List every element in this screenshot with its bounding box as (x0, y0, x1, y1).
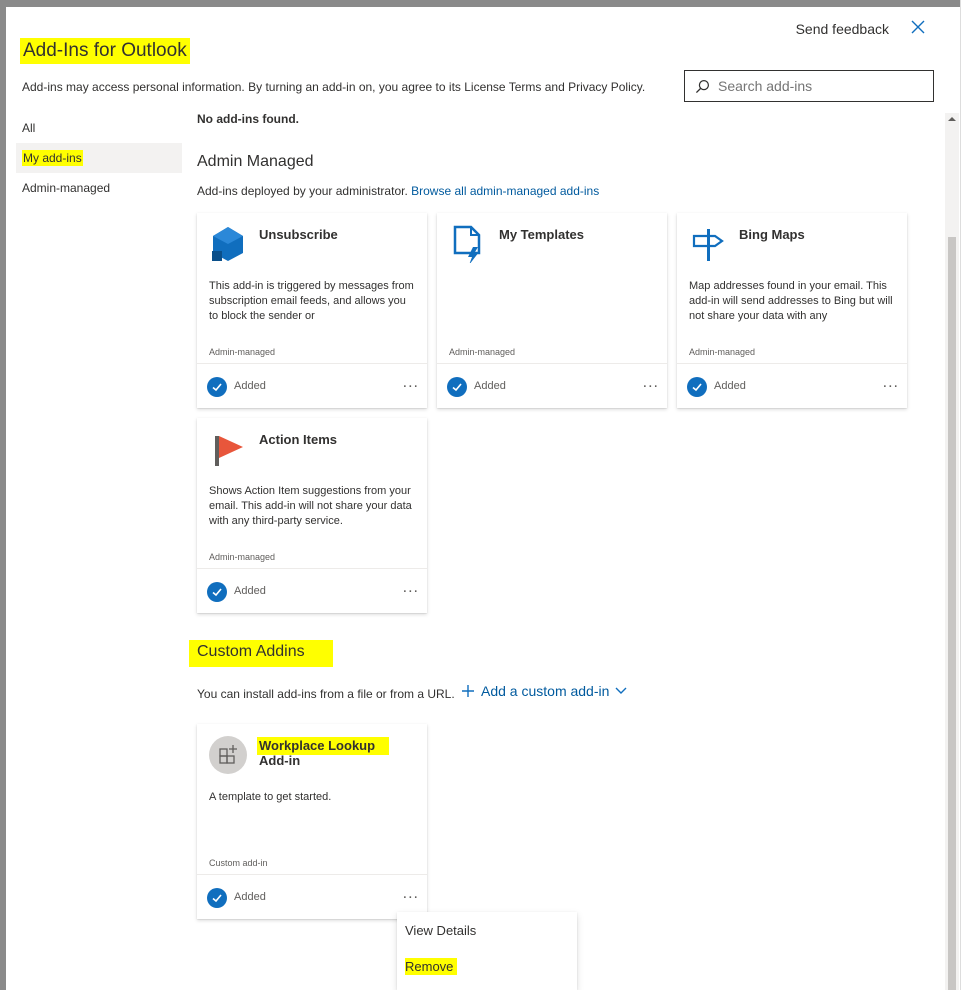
check-icon (207, 582, 227, 602)
addin-card-action-items[interactable]: Action Items Shows Action Item suggestio… (197, 418, 427, 613)
search-input[interactable] (718, 78, 918, 94)
check-icon (447, 377, 467, 397)
close-button[interactable] (910, 19, 930, 39)
addin-name: Action Items (259, 432, 338, 447)
card-footer: Added ... (437, 363, 667, 408)
add-custom-addin-button[interactable]: Add a custom add-in (461, 683, 627, 699)
addin-name-line-2: Add-in (259, 753, 301, 768)
addin-card-unsubscribe[interactable]: Unsubscribe This add-in is triggered by … (197, 213, 427, 408)
custom-addins-heading: Custom Addins (189, 640, 333, 667)
addin-name: Unsubscribe (259, 227, 338, 242)
addin-status: Added (234, 380, 266, 392)
scrollbar[interactable] (945, 113, 959, 990)
admin-managed-desc-text: Add-ins deployed by your administrator. (197, 184, 408, 198)
close-icon (911, 20, 925, 34)
addin-description: This add-in is triggered by messages fro… (209, 280, 414, 322)
addin-tag: Admin-managed (449, 347, 516, 357)
sidebar-item-label: Admin-managed (22, 181, 111, 195)
check-icon (207, 888, 227, 908)
unsubscribe-icon (209, 225, 247, 263)
background-app-strip (960, 0, 969, 990)
menu-item-label: Remove (405, 957, 458, 975)
sidebar-item-admin-managed[interactable]: Admin-managed (16, 173, 182, 203)
check-icon (207, 377, 227, 397)
card-footer: Added ... (197, 363, 427, 408)
more-options-button[interactable]: ... (403, 374, 419, 392)
chevron-down-icon (615, 687, 627, 694)
addin-description: A template to get started. (209, 791, 332, 803)
flag-icon (209, 430, 247, 468)
addin-card-bing-maps[interactable]: Bing Maps Map addresses found in your em… (677, 213, 907, 408)
addin-tag: Custom add-in (209, 858, 268, 868)
more-options-button[interactable]: ... (403, 579, 419, 597)
more-options-button[interactable]: ... (643, 374, 659, 392)
template-icon (449, 225, 487, 265)
sidebar-item-label: My add-ins (22, 150, 83, 166)
addin-tag: Admin-managed (209, 552, 276, 562)
scroll-up-arrow-icon[interactable] (948, 117, 956, 121)
menu-item-label: View Details (405, 922, 477, 938)
signpost-icon (689, 225, 727, 263)
dialog-title: Add-Ins for Outlook (20, 38, 190, 64)
scrollbar-thumb[interactable] (948, 237, 956, 990)
addin-description: Map addresses found in your email. This … (689, 280, 893, 322)
sidebar-nav: All My add-ins Admin-managed (16, 113, 182, 203)
card-footer: Added ... (197, 568, 427, 613)
search-box[interactable] (684, 70, 934, 102)
addin-status: Added (234, 891, 266, 903)
addin-name: My Templates (499, 227, 585, 242)
menu-item-remove[interactable]: Remove (397, 948, 577, 984)
addin-tag: Admin-managed (689, 347, 756, 357)
plus-icon (462, 685, 474, 697)
addin-status: Added (474, 380, 506, 392)
card-footer: Added ... (197, 874, 427, 919)
addin-status: Added (234, 585, 266, 597)
add-custom-addin-label: Add a custom add-in (481, 683, 610, 699)
check-icon (687, 377, 707, 397)
menu-item-view-details[interactable]: View Details (397, 912, 577, 948)
addin-card-workplace-lookup[interactable]: Workplace Lookup Add-in A template to ge… (197, 724, 427, 919)
dialog-subtitle: Add-ins may access personal information.… (22, 80, 646, 94)
more-options-button[interactable]: ... (883, 374, 899, 392)
no-add-ins-message: No add-ins found. (197, 112, 299, 126)
more-options-button[interactable]: ... (403, 885, 419, 903)
addin-card-my-templates[interactable]: My Templates Admin-managed Added ... (437, 213, 667, 408)
admin-managed-heading: Admin Managed (197, 153, 314, 170)
send-feedback-link[interactable]: Send feedback (796, 21, 889, 37)
search-icon (695, 79, 710, 93)
addin-description: Shows Action Item suggestions from your … (209, 485, 412, 527)
admin-managed-description: Add-ins deployed by your administrator. … (197, 184, 599, 198)
custom-addins-description: You can install add-ins from a file or f… (197, 687, 455, 701)
addin-status: Added (714, 380, 746, 392)
context-menu: View Details Remove (397, 912, 577, 990)
card-footer: Added ... (677, 363, 907, 408)
addin-tag: Admin-managed (209, 347, 276, 357)
addin-name: Bing Maps (739, 227, 805, 242)
sidebar-item-my-add-ins[interactable]: My add-ins (16, 143, 182, 173)
browse-admin-link[interactable]: Browse all admin-managed add-ins (411, 184, 599, 198)
addin-name: Workplace Lookup Add-in (257, 737, 417, 768)
addin-description (449, 279, 655, 325)
addin-placeholder-icon (209, 736, 247, 774)
add-ins-dialog: Send feedback Add-Ins for Outlook Add-in… (6, 7, 960, 990)
sidebar-item-all[interactable]: All (16, 113, 182, 143)
sidebar-item-label: All (22, 121, 36, 135)
